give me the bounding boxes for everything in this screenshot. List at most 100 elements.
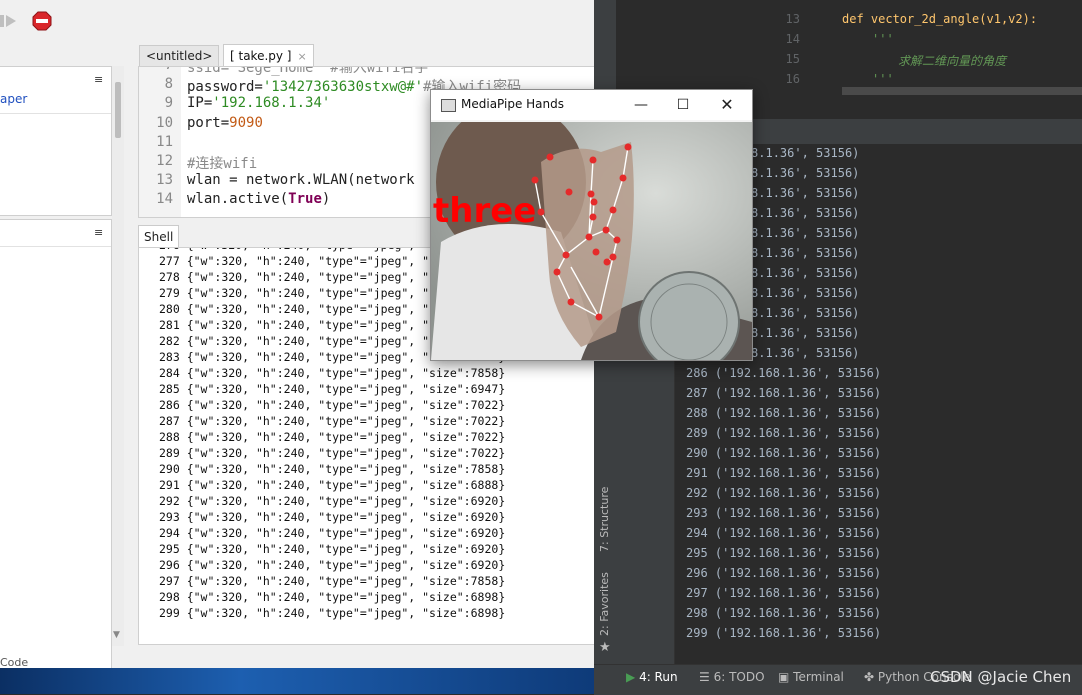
code-token: ssid='Sege_Home' #输入wifi名字 xyxy=(187,66,429,76)
shell-w: 320 xyxy=(221,270,243,284)
shell-w: 320 xyxy=(221,334,243,348)
shell-line-number: 279 xyxy=(159,286,180,300)
tab-shell[interactable]: Shell xyxy=(138,225,180,248)
mediapipe-hands-window[interactable]: MediaPipe Hands — ☐ ✕ three xyxy=(430,89,753,361)
scrollbar-thumb[interactable] xyxy=(115,82,121,138)
line-number: 13 xyxy=(156,172,173,189)
file-item[interactable]: aper xyxy=(0,92,27,106)
code-line: port=9090 xyxy=(187,115,263,131)
code-token: '13427363630stxw@#' xyxy=(262,79,424,96)
shell-line-number: 295 xyxy=(159,542,180,556)
structure-tab[interactable]: 7: Structure xyxy=(598,487,611,552)
code-token: #连接wifi xyxy=(187,156,258,172)
editor-scrollbar[interactable] xyxy=(842,87,1082,95)
shell-line-number: 292 xyxy=(159,494,180,508)
shell-h: 240 xyxy=(283,414,305,428)
code-token: IP= xyxy=(187,95,213,112)
shell-h: 240 xyxy=(283,302,305,316)
close-icon[interactable]: ✕ xyxy=(707,92,747,118)
terminal-tab[interactable]: ▣ Terminal xyxy=(778,670,844,684)
maximize-icon[interactable]: ☐ xyxy=(663,92,703,118)
shell-size: 7022 xyxy=(470,398,499,412)
shell-w: 320 xyxy=(221,302,243,316)
shell-line: 295 {"w":320, "h":240, "type"="jpeg", "s… xyxy=(159,542,506,556)
watermark: CSDN @Jacie Chen xyxy=(930,668,1072,686)
run-tab[interactable]: ▶ 4: Run xyxy=(626,670,678,684)
todo-tab[interactable]: ☰ 6: TODO xyxy=(699,670,765,684)
shell-line: 289 {"w":320, "h":240, "type"="jpeg", "s… xyxy=(159,446,506,460)
shell-line-number: 285 xyxy=(159,382,180,396)
shell-line-number: 299 xyxy=(159,606,180,620)
shell-line-number: 290 xyxy=(159,462,180,476)
close-icon[interactable]: × xyxy=(298,50,307,63)
code-token: password= xyxy=(187,79,263,96)
console-line-number: 289 xyxy=(686,426,708,440)
shell-size: 6920 xyxy=(470,510,499,524)
shell-line-number: 293 xyxy=(159,510,180,524)
shell-size: 7022 xyxy=(470,430,499,444)
shell-w: 320 xyxy=(221,606,243,620)
minimize-icon[interactable]: — xyxy=(621,92,661,118)
console-line: 298 ('192.168.1.36', 53156) xyxy=(686,606,881,620)
shell-line: 284 {"w":320, "h":240, "type"="jpeg", "s… xyxy=(159,366,506,380)
code-token: True xyxy=(288,191,322,208)
scroll-down-icon[interactable]: ▼ xyxy=(113,630,120,640)
console-line: 293 ('192.168.1.36', 53156) xyxy=(686,506,881,520)
stop-icon[interactable] xyxy=(32,11,52,31)
shell-size: 7022 xyxy=(470,414,499,428)
shell-h: 240 xyxy=(283,286,305,300)
shell-w: 320 xyxy=(221,510,243,524)
console-line-text: ('192.168.1.36', 53156) xyxy=(714,526,882,540)
console-line: 299 ('192.168.1.36', 53156) xyxy=(686,626,881,640)
shell-w: 320 xyxy=(221,318,243,332)
console-line: 288 ('192.168.1.36', 53156) xyxy=(686,406,881,420)
line-number: 14 xyxy=(785,32,800,46)
line-number: 7 xyxy=(139,67,173,73)
tab-untitled[interactable]: <untitled> xyxy=(139,45,220,67)
code-line: wlan = network.WLAN(network xyxy=(187,172,415,188)
console-line-number: 291 xyxy=(686,466,708,480)
shell-h: 240 xyxy=(283,334,305,348)
shell-size: 6898 xyxy=(470,590,499,604)
shell-w: 320 xyxy=(221,574,243,588)
console-line-text: ('192.168.1.36', 53156) xyxy=(714,586,882,600)
code-line: wlan.active(True) xyxy=(187,191,330,207)
shell-h: 240 xyxy=(283,382,305,396)
shell-h: 240 xyxy=(283,526,305,540)
shell-h: 240 xyxy=(283,318,305,332)
shell-line: 290 {"w":320, "h":240, "type"="jpeg", "s… xyxy=(159,462,506,476)
code-line: def vector_2d_angle(v1,v2): xyxy=(842,12,1038,26)
shell-size: 7858 xyxy=(470,366,499,380)
shell-w: 320 xyxy=(221,430,243,444)
console-line-text: ('192.168.1.36', 53156) xyxy=(714,426,882,440)
code-token: ) xyxy=(321,191,331,208)
variables-pane: ≡ xyxy=(0,219,112,670)
shell-line-number: 296 xyxy=(159,558,180,572)
console-line-number: 294 xyxy=(686,526,708,540)
shell-h: 240 xyxy=(283,542,305,556)
shell-size: 6920 xyxy=(470,494,499,508)
tab-take-py[interactable]: [ take.py ] × xyxy=(223,44,314,67)
window-titlebar[interactable]: MediaPipe Hands — ☐ ✕ xyxy=(431,90,752,120)
code-token: wlan.active( xyxy=(187,191,289,208)
star-icon: ★ xyxy=(599,640,611,655)
menu-icon[interactable]: ≡ xyxy=(94,226,103,239)
shell-size: 7858 xyxy=(470,462,499,476)
shell-w: 320 xyxy=(221,494,243,508)
console-line-number: 297 xyxy=(686,586,708,600)
line-number: 9 xyxy=(164,95,173,112)
shell-line: 299 {"w":320, "h":240, "type"="jpeg", "s… xyxy=(159,606,506,620)
console-line-number: 298 xyxy=(686,606,708,620)
console-line: 290 ('192.168.1.36', 53156) xyxy=(686,446,881,460)
shell-size: 7022 xyxy=(470,446,499,460)
shell-w: 320 xyxy=(221,462,243,476)
shell-h: 240 xyxy=(283,478,305,492)
console-line: 289 ('192.168.1.36', 53156) xyxy=(686,426,881,440)
favorites-tab[interactable]: 2: Favorites xyxy=(598,572,611,636)
scrollbar[interactable] xyxy=(112,66,124,646)
code-line: #连接wifi xyxy=(187,153,257,173)
menu-icon[interactable]: ≡ xyxy=(94,73,103,86)
run-icon[interactable] xyxy=(0,12,18,30)
line-number: 11 xyxy=(156,133,173,150)
tab-label: Shell xyxy=(144,230,174,244)
